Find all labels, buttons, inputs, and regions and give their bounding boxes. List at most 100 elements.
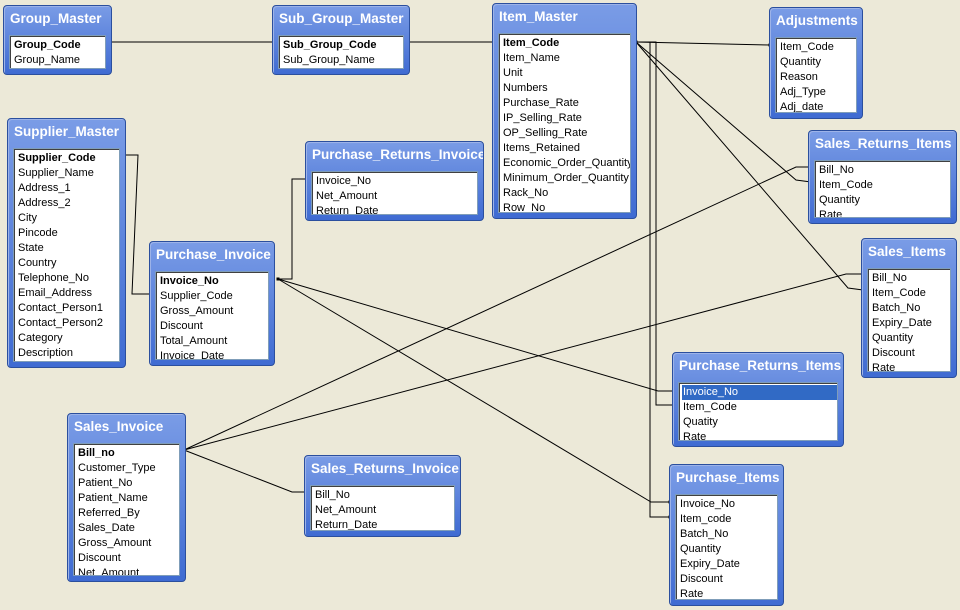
field-adj-date[interactable]: Adj_date <box>779 100 856 112</box>
field-quantity[interactable]: Quantity <box>871 331 950 346</box>
field-rate[interactable]: Rate <box>679 587 777 599</box>
field-economic-order-quantity[interactable]: Economic_Order_Quantity <box>502 156 630 171</box>
field-invoice-no[interactable]: Invoice_No <box>315 174 477 189</box>
field-sub-group-name[interactable]: Sub_Group_Name <box>282 53 403 68</box>
table-title[interactable]: Sales_Returns_Items <box>809 131 956 157</box>
field-address-1[interactable]: Address_1 <box>17 181 119 196</box>
table-title[interactable]: Purchase_Returns_Invoice <box>306 142 483 168</box>
field-patient-no[interactable]: Patient_No <box>77 476 179 491</box>
field-purchase-rate[interactable]: Purchase_Rate <box>502 96 630 111</box>
field-bill-no[interactable]: Bill_No <box>871 271 950 286</box>
field-item-code[interactable]: Item_Code <box>682 400 837 415</box>
table-title[interactable]: Purchase_Returns_Items <box>673 353 843 379</box>
relationship-purchase-invoice-to-purchase-returns-invoice[interactable] <box>278 178 308 280</box>
field-quatity[interactable]: Quatity <box>682 415 837 430</box>
field-net-amount[interactable]: Net_Amount <box>315 189 477 204</box>
field-pincode[interactable]: Pincode <box>17 226 119 241</box>
field-supplier-name[interactable]: Supplier_Name <box>17 166 119 181</box>
field-contact-person2[interactable]: Contact_Person2 <box>17 316 119 331</box>
field-item-name[interactable]: Item_Name <box>502 51 630 66</box>
field-expiry-date[interactable]: Expiry_Date <box>679 557 777 572</box>
table-title[interactable]: Supplier_Master <box>8 119 125 145</box>
field-items-retained[interactable]: Items_Retained <box>502 141 630 156</box>
field-city[interactable]: City <box>17 211 119 226</box>
field-sales-date[interactable]: Sales_Date <box>77 521 179 536</box>
field-row-no[interactable]: Row_No <box>502 201 630 212</box>
field-net-amount[interactable]: Net_Amount <box>77 566 179 575</box>
field-description[interactable]: Description <box>17 346 119 361</box>
field-bill-no[interactable]: Bill_no <box>77 446 179 461</box>
table-purchase-returns-items[interactable]: Purchase_Returns_Items Invoice_No Item_Cod… <box>672 352 844 447</box>
field-discount[interactable]: Discount <box>159 319 268 334</box>
field-discount[interactable]: Discount <box>679 572 777 587</box>
field-telephone-no[interactable]: Telephone_No <box>17 271 119 286</box>
field-gross-amount[interactable]: Gross_Amount <box>77 536 179 551</box>
field-email-address[interactable]: Email_Address <box>17 286 119 301</box>
table-sub-group-master[interactable]: Sub_Group_Master Sub_Group_Code Sub_Group_… <box>272 5 410 75</box>
field-invoice-no[interactable]: Invoice_No <box>679 497 777 512</box>
field-expiry-date[interactable]: Expiry_Date <box>871 316 950 331</box>
relationship-item-master-to-purchase-returns-items[interactable] <box>636 41 674 406</box>
table-sales-items[interactable]: Sales_Items Bill_No Item_Code Batch_No Expir… <box>861 238 957 378</box>
field-rate[interactable]: Rate <box>871 361 950 371</box>
field-invoice-date[interactable]: Invoice_Date <box>159 349 268 359</box>
field-rack-no[interactable]: Rack_No <box>502 186 630 201</box>
field-item-code[interactable]: Item_code <box>679 512 777 527</box>
field-return-date[interactable]: Return_Date <box>315 204 477 214</box>
field-net-amount[interactable]: Net_Amount <box>314 503 454 518</box>
table-adjustments[interactable]: Adjustments Item_Code Quantity Reason Adj_Ty… <box>769 7 863 119</box>
table-sales-returns-items[interactable]: Sales_Returns_Items Bill_No Item_Code Quant… <box>808 130 957 224</box>
table-title[interactable]: Sales_Items <box>862 239 956 265</box>
field-rate[interactable]: Rate <box>682 430 837 440</box>
field-op-selling-rate[interactable]: OP_Selling_Rate <box>502 126 630 141</box>
field-quantity[interactable]: Quantity <box>818 193 950 208</box>
field-referred-by[interactable]: Referred_By <box>77 506 179 521</box>
field-discount[interactable]: Discount <box>77 551 179 566</box>
field-item-code[interactable]: Item_Code <box>502 36 630 51</box>
field-batch-no[interactable]: Batch_No <box>871 301 950 316</box>
table-title[interactable]: Sub_Group_Master <box>273 6 409 32</box>
table-item-master[interactable]: Item_Master Item_Code Item_Name Unit Numbers… <box>492 3 637 219</box>
table-supplier-master[interactable]: Supplier_Master Supplier_Code Supplier_Nam… <box>7 118 126 368</box>
field-item-code[interactable]: Item_Code <box>779 40 856 55</box>
field-patient-name[interactable]: Patient_Name <box>77 491 179 506</box>
field-rate[interactable]: Rate <box>818 208 950 217</box>
field-minimum-order-quantity[interactable]: Minimum_Order_Quantity <box>502 171 630 186</box>
table-purchase-returns-invoice[interactable]: Purchase_Returns_Invoice Invoice_No Net_Am… <box>305 141 484 221</box>
field-state[interactable]: State <box>17 241 119 256</box>
field-bill-no[interactable]: Bill_No <box>314 488 454 503</box>
field-country[interactable]: Country <box>17 256 119 271</box>
table-group-master[interactable]: Group_Master Group_Code Group_Name <box>3 5 112 75</box>
table-title[interactable]: Group_Master <box>4 6 111 32</box>
table-title[interactable]: Item_Master <box>493 4 636 30</box>
table-title[interactable]: Adjustments <box>770 8 862 34</box>
field-item-code[interactable]: Item_Code <box>818 178 950 193</box>
table-title[interactable]: Sales_Returns_Invoice <box>305 456 460 482</box>
table-title[interactable]: Purchase_Invoice <box>150 242 274 268</box>
table-purchase-items[interactable]: Purchase_Items Invoice_No Item_code Batch_N… <box>669 464 784 606</box>
field-supplier-code[interactable]: Supplier_Code <box>159 289 268 304</box>
field-group-code[interactable]: Group_Code <box>13 38 105 53</box>
field-quantity[interactable]: Quantity <box>679 542 777 557</box>
relationship-item-master-to-adjustments[interactable] <box>635 41 771 46</box>
field-numbers[interactable]: Numbers <box>502 81 630 96</box>
field-invoice-no[interactable]: Invoice_No <box>159 274 268 289</box>
field-gross-amount[interactable]: Gross_Amount <box>159 304 268 319</box>
table-sales-returns-invoice[interactable]: Sales_Returns_Invoice Bill_No Net_Amount Re… <box>304 455 461 537</box>
table-title[interactable]: Purchase_Items <box>670 465 783 491</box>
field-adj-type[interactable]: Adj_Type <box>779 85 856 100</box>
field-invoice-no[interactable]: Invoice_No <box>682 385 837 400</box>
field-quantity[interactable]: Quantity <box>779 55 856 70</box>
relationship-sales-invoice-to-sales-returns-invoice[interactable] <box>183 449 306 493</box>
field-batch-no[interactable]: Batch_No <box>679 527 777 542</box>
field-bill-no[interactable]: Bill_No <box>818 163 950 178</box>
field-group-name[interactable]: Group_Name <box>13 53 105 68</box>
field-item-code[interactable]: Item_Code <box>871 286 950 301</box>
table-title[interactable]: Sales_Invoice <box>68 414 185 440</box>
field-reason[interactable]: Reason <box>779 70 856 85</box>
table-sales-invoice[interactable]: Sales_Invoice Bill_no Customer_Type Patient… <box>67 413 186 582</box>
table-purchase-invoice[interactable]: Purchase_Invoice Invoice_No Supplier_Code G… <box>149 241 275 366</box>
relationship-purchase-invoice-to-purchase-returns-items[interactable] <box>277 278 675 392</box>
field-return-date[interactable]: Return_Date <box>314 518 454 530</box>
field-address-2[interactable]: Address_2 <box>17 196 119 211</box>
